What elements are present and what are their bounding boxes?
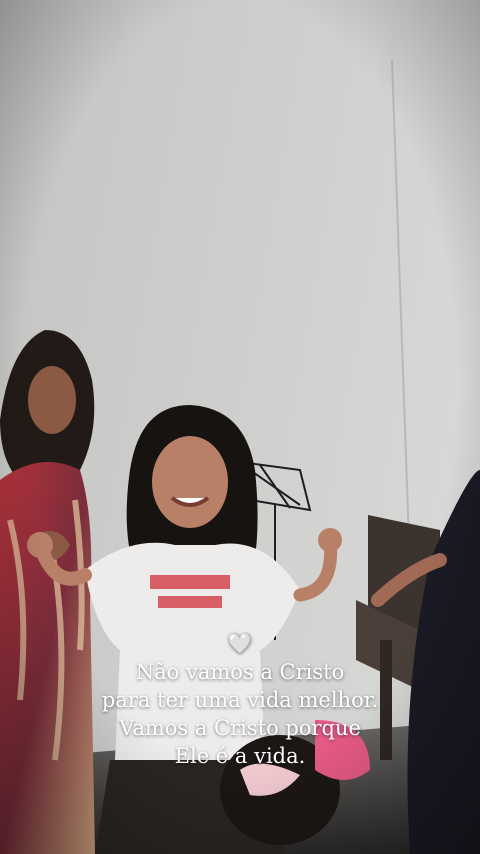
caption-line-2: para ter uma vida melhor. — [101, 688, 379, 712]
caption-line-1: Não vamos a Cristo — [135, 660, 345, 684]
caption-line-3: Vamos a Cristo porque — [119, 716, 361, 740]
white-heart-icon: 🤍 — [227, 631, 253, 655]
story-frame: 🤍 Não vamos a Cristo para ter uma vida m… — [0, 0, 480, 854]
caption-line-4: Ele é a vida. — [174, 744, 306, 768]
story-caption: 🤍 Não vamos a Cristo para ter uma vida m… — [0, 630, 480, 770]
